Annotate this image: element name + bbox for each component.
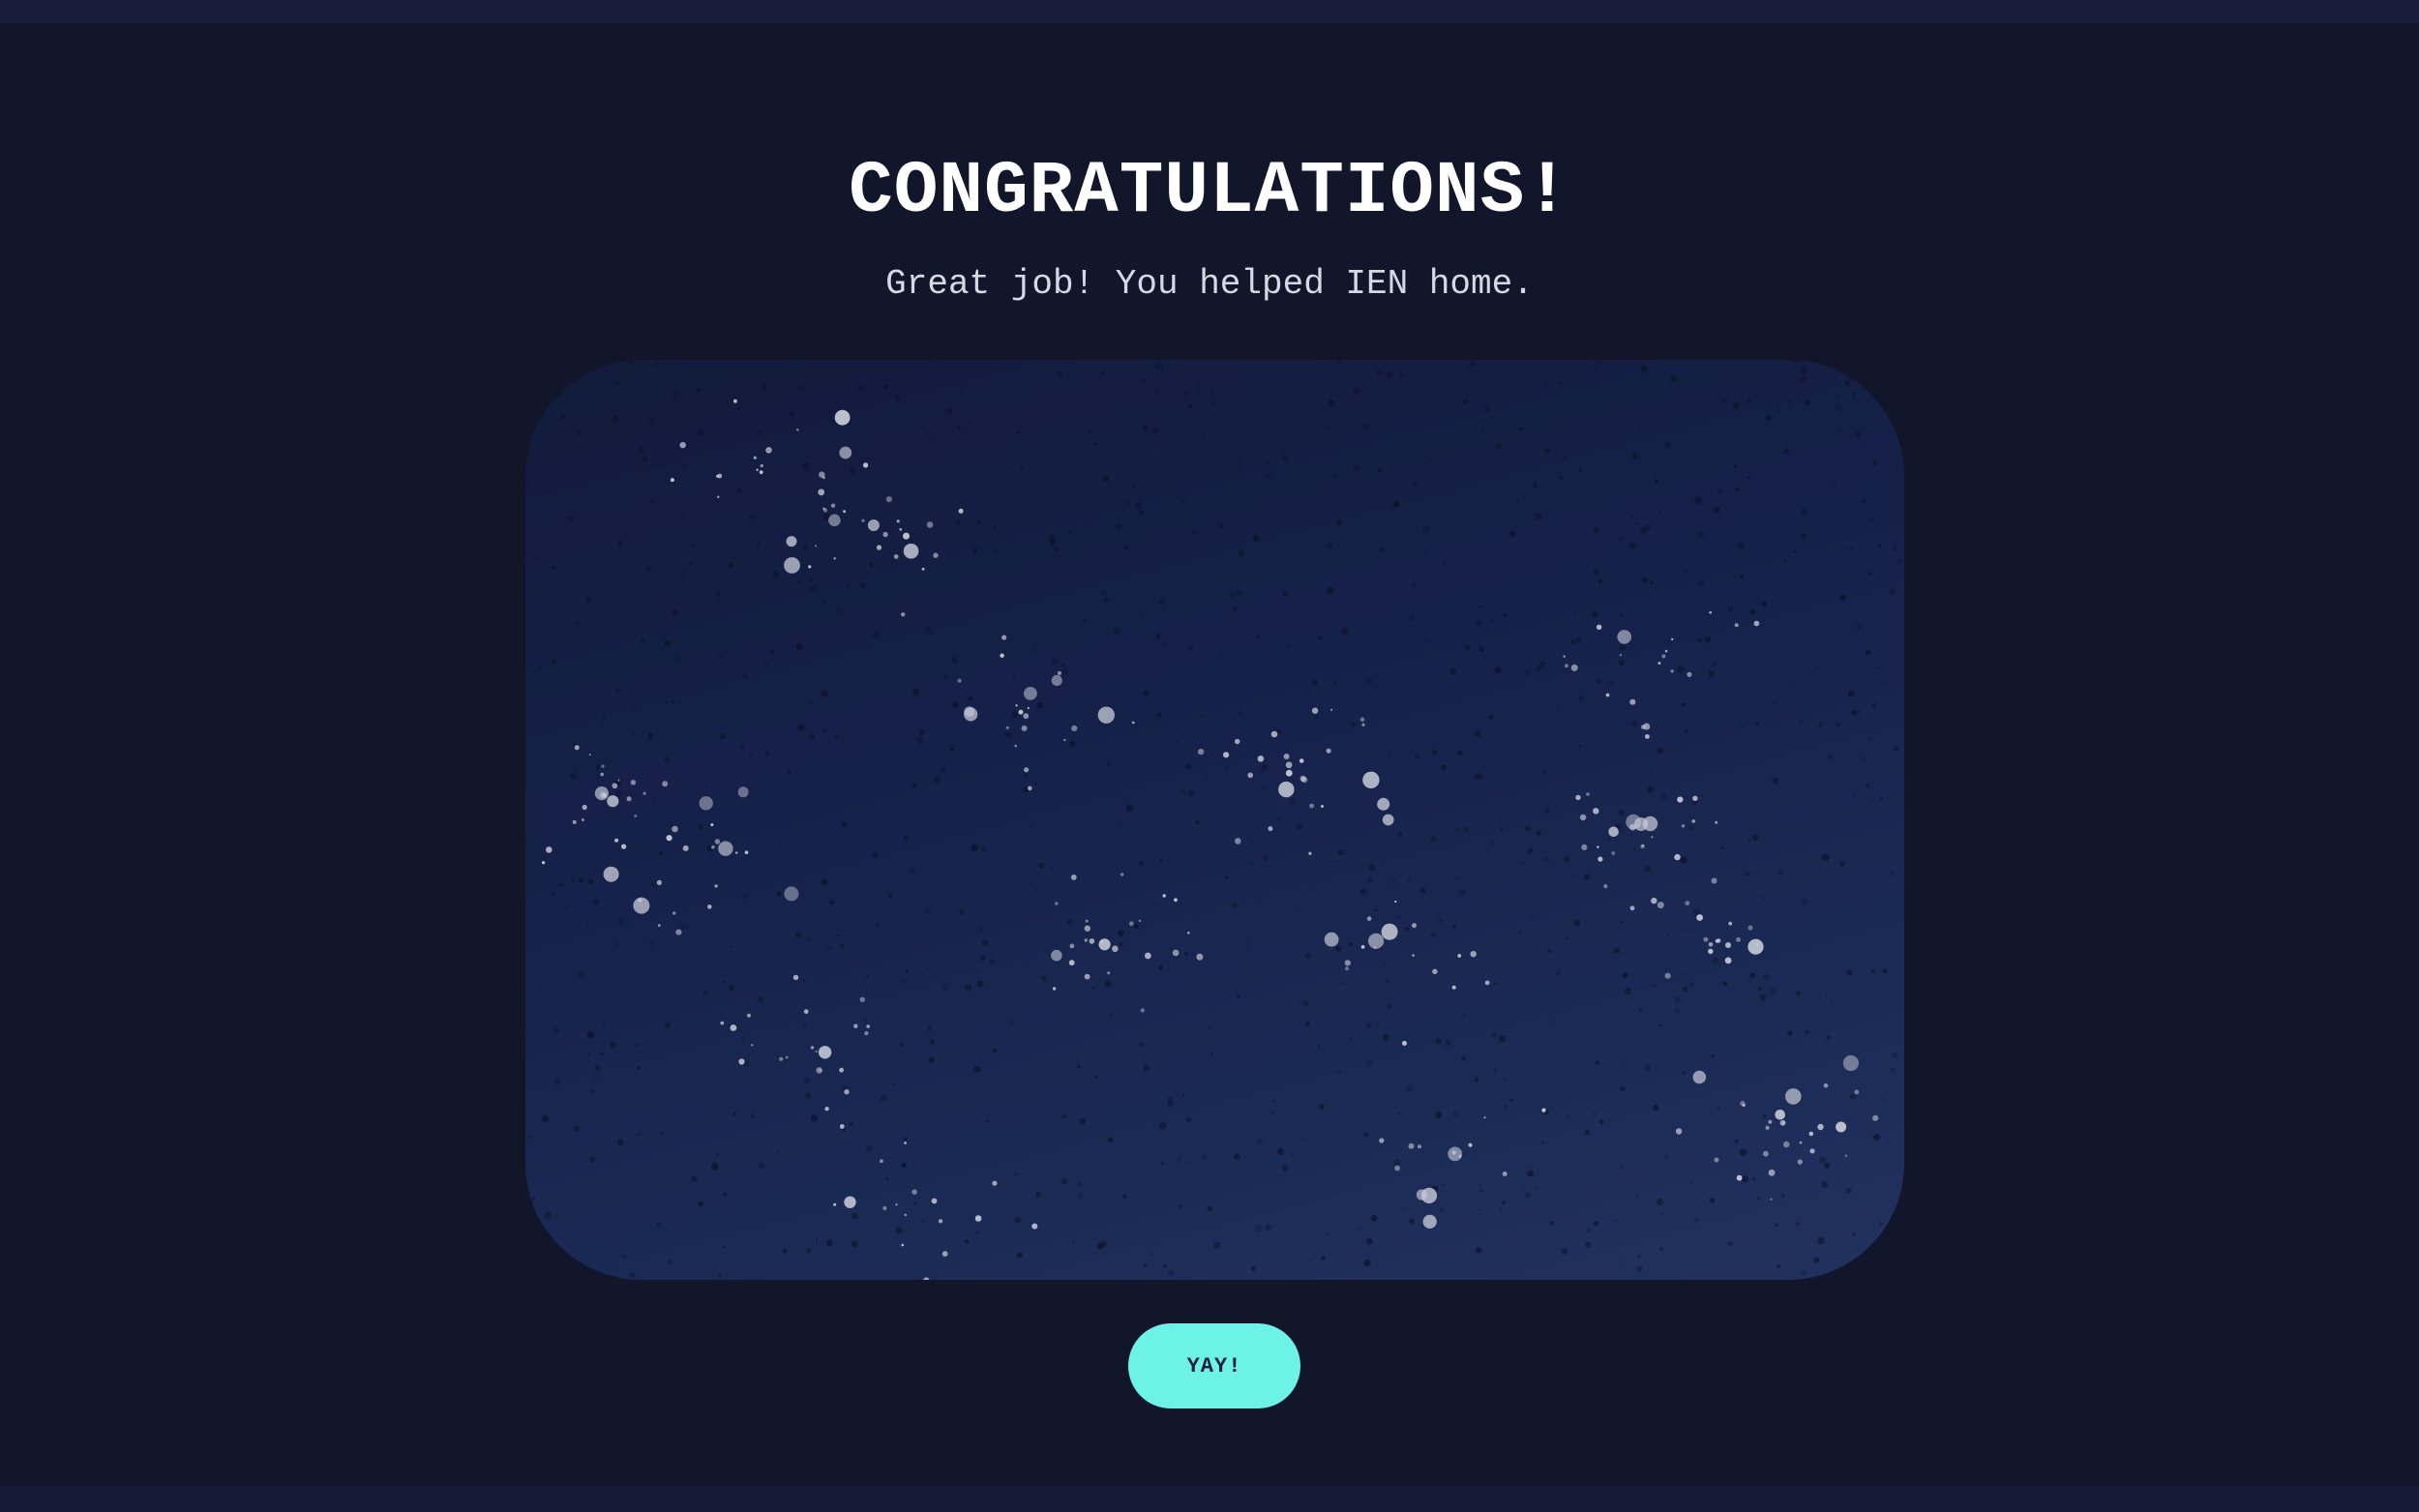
congratulations-screen: CONGRATULATIONS! Great job! You helped I… — [0, 0, 2419, 1512]
page-title: CONGRATULATIONS! — [849, 150, 1570, 233]
top-bar — [0, 0, 2419, 23]
bottom-bar — [0, 1487, 2419, 1512]
yay-button[interactable]: YAY! — [1128, 1323, 1300, 1408]
star-field — [525, 360, 1902, 1280]
page-subtitle: Great job! You helped IEN home. — [885, 264, 1534, 304]
starry-sky-image — [525, 360, 1904, 1280]
